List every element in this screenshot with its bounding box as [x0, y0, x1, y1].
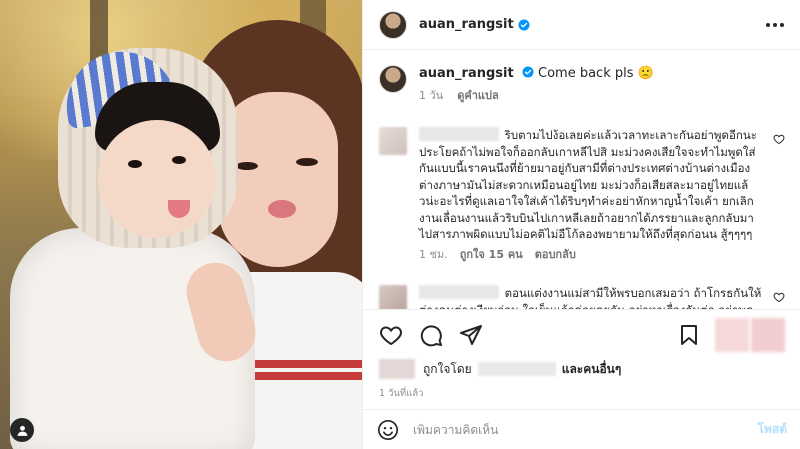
likes-line: ถูกใจโดย และคนอื่นๆ — [379, 359, 621, 379]
comment-username[interactable] — [419, 285, 499, 299]
caption: auan_rangsit Come back pls 🙁 1 วัน ดูคำแ… — [379, 65, 785, 105]
verified-badge-icon — [522, 66, 534, 78]
caption-age[interactable]: 1 วัน — [419, 87, 443, 105]
likes-others-link[interactable]: และคนอื่นๆ — [562, 360, 622, 379]
post-actions — [363, 309, 800, 359]
comment-text: ริบตามไปง้อเลยค่ะแล้วเวลาทะเลาะกันอย่าพู… — [419, 128, 757, 241]
translate-link[interactable]: ดูคำแปล — [457, 87, 499, 105]
post-time[interactable]: 1 วันที่แล้ว — [379, 386, 423, 401]
avatar[interactable] — [379, 10, 407, 39]
bookmark-icon[interactable] — [677, 323, 701, 347]
more-options-icon[interactable] — [766, 22, 784, 27]
blurred-thumbnails — [715, 317, 785, 352]
liker-avatars[interactable] — [379, 359, 415, 379]
comment-likes[interactable]: ถูกใจ 15 คน — [460, 247, 523, 264]
header-username[interactable]: auan_rangsit — [419, 17, 514, 32]
post-photo[interactable] — [0, 0, 362, 449]
avatar[interactable] — [379, 65, 407, 93]
comment-item: ตอนแต่งงานแม่สามีให้พรบอกเสมอว่า ถ้าโกรธ… — [379, 285, 785, 309]
comment-username[interactable] — [419, 127, 499, 141]
comment-item: ริบตามไปง้อเลยค่ะแล้วเวลาทะเลาะกันอย่าพู… — [379, 127, 785, 263]
emoji-icon[interactable] — [377, 419, 399, 441]
comment-icon[interactable] — [419, 323, 443, 347]
post-header: auan_rangsit — [363, 0, 800, 50]
share-icon[interactable] — [459, 323, 483, 347]
avatar[interactable] — [379, 127, 407, 155]
comment-composer: โพสต์ — [363, 409, 800, 449]
caption-username[interactable]: auan_rangsit — [419, 66, 514, 81]
post-detail-panel: auan_rangsit auan_rangsit Come back pls … — [362, 0, 800, 449]
comment-age[interactable]: 1 ชม. — [419, 247, 448, 264]
heart-icon[interactable] — [379, 323, 403, 347]
comments-list[interactable]: auan_rangsit Come back pls 🙁 1 วัน ดูคำแ… — [363, 51, 800, 309]
avatar[interactable] — [379, 285, 407, 309]
liker-username[interactable] — [477, 362, 556, 376]
comment-input[interactable] — [413, 422, 758, 437]
caption-text: Come back pls 🙁 — [538, 66, 654, 81]
verified-badge-icon — [518, 19, 530, 30]
comment-like-heart-icon[interactable] — [773, 291, 785, 303]
post-comment-button[interactable]: โพสต์ — [758, 420, 787, 439]
reply-button[interactable]: ตอบกลับ — [535, 247, 576, 264]
likes-prefix: ถูกใจโดย — [423, 361, 472, 376]
comment-like-heart-icon[interactable] — [773, 133, 785, 145]
user-tag-icon[interactable] — [10, 418, 34, 442]
